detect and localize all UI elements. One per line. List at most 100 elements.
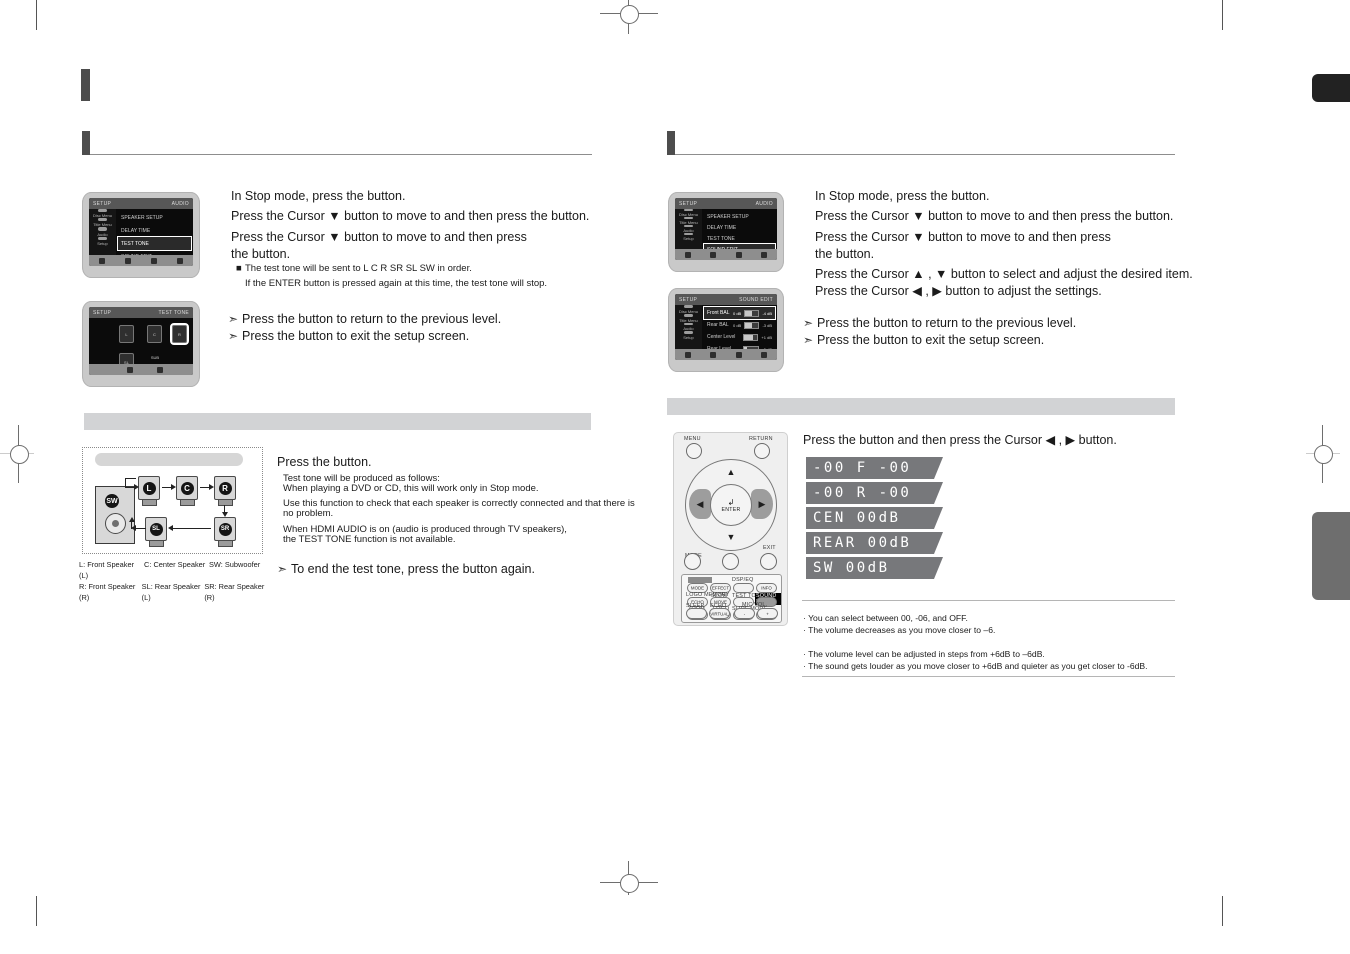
- return-button[interactable]: [754, 443, 770, 459]
- osd-bottom-bar: [675, 349, 777, 360]
- speaker-legend: L: Front Speaker (L) C: Center Speaker S…: [79, 559, 274, 603]
- right-note-2: · The volume decreases as you move close…: [803, 625, 996, 635]
- osd-key-icon: [761, 251, 768, 258]
- osd-key-icon: [151, 257, 157, 264]
- legend-item: SR: Rear Speaker (R): [204, 582, 265, 602]
- right-step-6: Press the Cursor ◀ , ▶ button to adjust …: [815, 284, 1102, 298]
- osd-menu-list: SPEAKER SETUP DELAY TIME TEST TONE SOUND…: [703, 211, 776, 260]
- menu-row: SPEAKER SETUP: [118, 211, 191, 224]
- enter-label: ENTER: [721, 506, 741, 513]
- mode-button[interactable]: [684, 553, 701, 570]
- remote-control: MENU RETURN ▲ ▼ ◀ ▶ ↲ ENTER MODE EXIT DS…: [673, 432, 788, 626]
- registration-mark-right: [1300, 425, 1340, 483]
- flow-line: [125, 487, 136, 489]
- menu-row: DELAY TIME: [118, 224, 191, 237]
- left-step-2: Press the Cursor ▼ button to move to and…: [231, 209, 590, 223]
- diagram-speaker-R: R: [214, 476, 236, 506]
- test-tone-speaker-L: L: [119, 325, 134, 343]
- audio-icon: [98, 227, 107, 231]
- left-section-arrow-note: ➣ To end the test tone, press the button …: [277, 559, 535, 579]
- menu-button[interactable]: [686, 443, 702, 459]
- chapter-heading-marker: [81, 69, 90, 101]
- sound-edit-list: Front BAL 0 dB -4 dB Rear BAL 0 dB -3 dB…: [703, 306, 776, 360]
- flow-arrowhead: [168, 525, 173, 531]
- left-section-heading-rule: [90, 154, 592, 155]
- tv-screen-test-tone: SETUP TEST TONE L C R SR SL SW SUB: [82, 301, 200, 387]
- menu-row-label: SPEAKER SETUP: [707, 213, 749, 220]
- menu-row-label: TEST TONE: [121, 240, 149, 247]
- diagram-header-capsule: [95, 453, 243, 466]
- disc-menu-icon: [684, 305, 693, 308]
- right-step-1: In Stop mode, press the button.: [815, 189, 990, 203]
- front-balance-display: -00 F -00: [806, 457, 943, 479]
- key-info[interactable]: INFO: [756, 583, 777, 593]
- speaker-stand-icon: [217, 541, 233, 547]
- left-note-1: ■ The test tone will be sent to L C R SR …: [236, 263, 472, 274]
- bullet-square-icon: ■: [236, 263, 242, 274]
- left-paragraph-2: When playing a DVD or CD, this will work…: [283, 483, 539, 494]
- osd-sidebar: Disc Menu Title Menu Audio Setup: [675, 209, 702, 249]
- cursor-down-icon[interactable]: ▼: [721, 529, 741, 545]
- enter-button[interactable]: ↲ ENTER: [710, 484, 752, 526]
- key-sleep[interactable]: [686, 608, 707, 619]
- left-paragraph-3: Use this function to check that each spe…: [283, 498, 635, 509]
- menu-row: SPEAKER SETUP: [704, 211, 775, 222]
- diagram-speaker-SR: SR: [214, 517, 236, 547]
- sidebar-item-disc-menu: Disc Menu: [89, 209, 116, 218]
- test-tone-speaker-R: R: [170, 323, 189, 345]
- key-dspeq[interactable]: [733, 583, 754, 593]
- diagram-speaker-SL: SL: [145, 517, 167, 547]
- subtitle-button[interactable]: [722, 553, 739, 570]
- row-db: -3 dB: [762, 322, 772, 328]
- exit-button[interactable]: [760, 553, 777, 570]
- title-menu-icon: [684, 313, 693, 317]
- osd-key-icon: [735, 251, 742, 258]
- legend-item: SW: Subwoofer: [209, 560, 261, 569]
- navigation-pad[interactable]: ▲ ▼ ◀ ▶ ↲ ENTER: [685, 459, 777, 551]
- row-value: 0 dB: [733, 310, 742, 316]
- speaker-badge: SL: [149, 522, 163, 536]
- page-tab-top: [1312, 74, 1350, 102]
- arrow-bullet-icon: ➣: [277, 562, 288, 576]
- row-value: 0 dB: [733, 322, 742, 328]
- registration-mark-top: [600, 0, 658, 34]
- subwoofer-level-display: SW 00dB: [806, 557, 943, 579]
- key-virtual[interactable]: VIRTUAL: [709, 608, 730, 619]
- speaker-flow-diagram: L C R SR SL SW: [82, 447, 263, 554]
- diagram-subwoofer: SW: [95, 486, 135, 544]
- speaker-stand-icon: [141, 500, 157, 506]
- osd-sidebar: Disc Menu Title Menu Audio Setup: [675, 305, 702, 349]
- cursor-left-icon[interactable]: ◀: [689, 489, 711, 519]
- subwoofer-cone-icon: [105, 513, 126, 534]
- key-mic-vol-down[interactable]: -: [734, 608, 755, 619]
- cursor-right-icon[interactable]: ▶: [751, 489, 773, 519]
- osd-key-icon: [125, 257, 131, 264]
- osd-key-icon: [157, 366, 163, 373]
- sidebar-item-title-menu: Title Menu: [675, 313, 702, 323]
- sidebar-item-disc-menu: Disc Menu: [675, 209, 702, 217]
- osd-title-right: SOUND EDIT: [739, 296, 773, 303]
- osd-key-icon: [761, 351, 768, 358]
- right-step-2: Press the Cursor ▼ button to move to and…: [815, 209, 1174, 223]
- osd-key-icon: [710, 351, 717, 358]
- cursor-up-icon[interactable]: ▲: [721, 464, 741, 480]
- row-db: +1 dB: [761, 334, 772, 340]
- arrow-bullet-icon: ➣: [228, 329, 239, 343]
- legend-item: SL: Rear Speaker (L): [141, 582, 201, 602]
- left-arrow-note-2: ➣ Press the button to exit the setup scre…: [228, 326, 469, 346]
- title-menu-icon: [98, 218, 107, 222]
- left-section-bar: [84, 413, 591, 430]
- registration-mark-left: [0, 425, 40, 483]
- setup-gear-icon: [98, 236, 107, 240]
- row-label: Front BAL: [707, 310, 730, 316]
- osd-title-left: SETUP: [679, 200, 698, 207]
- key-mic-vol-up[interactable]: +: [757, 608, 778, 619]
- speaker-badge: L: [142, 481, 156, 495]
- rear-balance-display: -00 R -00: [806, 482, 943, 504]
- legend-item: L: Front Speaker (L): [79, 560, 135, 580]
- tv-screen-audio-setup-right: SETUP AUDIO Disc Menu Title Menu Audio S…: [668, 192, 784, 272]
- osd-bottom-bar: [89, 364, 193, 375]
- osd-bottom-bar: [675, 249, 777, 260]
- center-level-display: CEN 00dB: [806, 507, 943, 529]
- osd-title-bar: SETUP AUDIO: [89, 198, 193, 209]
